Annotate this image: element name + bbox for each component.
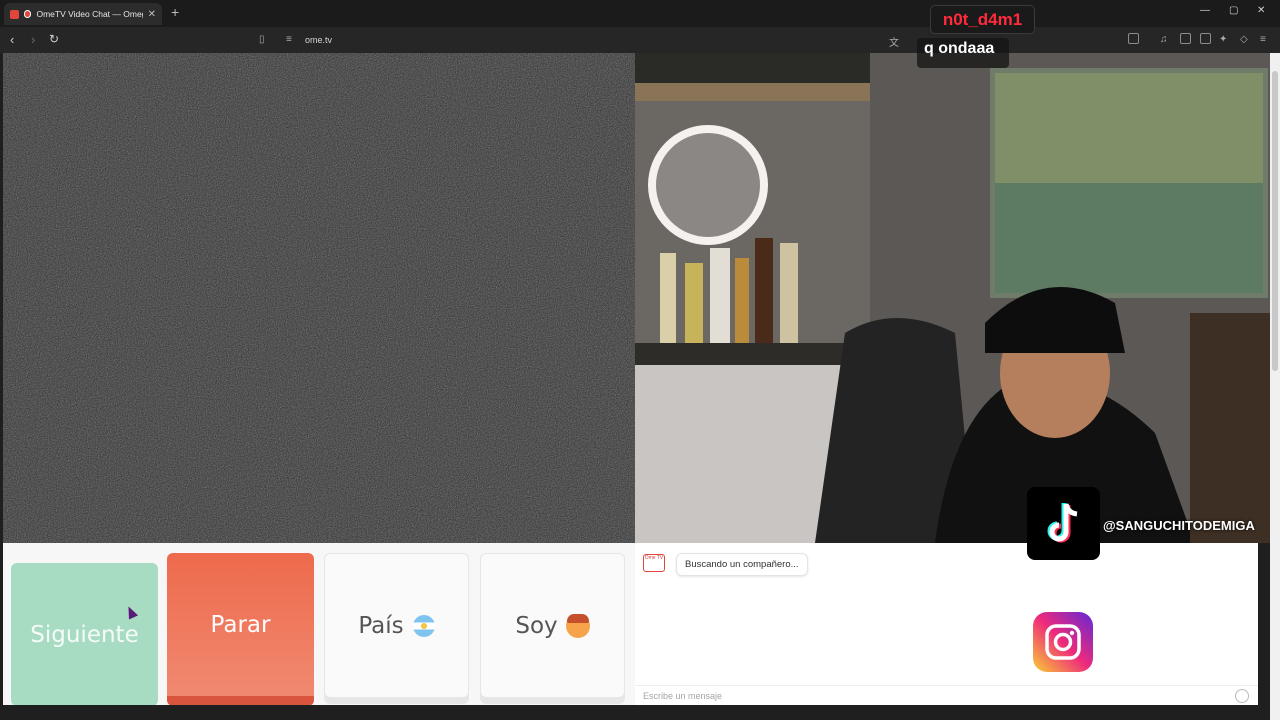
- country-button[interactable]: País: [324, 553, 469, 698]
- extension-icon[interactable]: [1128, 33, 1139, 44]
- gender-label: Soy: [515, 612, 558, 639]
- back-arrow-icon[interactable]: ‹: [10, 32, 14, 47]
- tab-close-icon[interactable]: ✕: [148, 9, 156, 20]
- streamer-username-badge: n0t_d4m1: [930, 5, 1035, 34]
- stream-chat-message: q ondaaa: [917, 38, 1009, 68]
- message-input-placeholder: Escribe un mensaje: [643, 691, 723, 701]
- ai-icon[interactable]: ✦: [1219, 34, 1227, 45]
- minimize-button[interactable]: —: [1200, 5, 1210, 16]
- instagram-glyph: [1045, 624, 1081, 660]
- tiktok-glyph: [1047, 502, 1077, 542]
- new-tab-button[interactable]: +: [171, 4, 179, 20]
- page-scrollbar[interactable]: [1270, 53, 1280, 720]
- tiktok-logo-icon: [1027, 487, 1100, 560]
- stop-label: Parar: [210, 611, 271, 638]
- boy-face-icon: [565, 613, 590, 638]
- camera-scene: [635, 53, 1270, 543]
- scrollbar-thumb[interactable]: [1272, 71, 1278, 371]
- url-text[interactable]: ome.tv: [305, 35, 332, 45]
- tab-title: OmeTV Video Chat — Omegle: [36, 9, 143, 19]
- menu-icon[interactable]: ≡: [1260, 34, 1266, 45]
- bottom-strip: [0, 705, 1270, 720]
- browser-tab-bar: OmeTV Video Chat — Omegle ✕ + — ▢ ✕: [0, 0, 1280, 27]
- tab-favicon-icon: [10, 9, 19, 19]
- wallet-icon[interactable]: [1200, 33, 1211, 44]
- instagram-logo-icon: [1033, 612, 1093, 672]
- translate-icon[interactable]: 文: [889, 34, 899, 49]
- site-info-icon[interactable]: ≡: [286, 34, 292, 45]
- recording-icon: [23, 10, 32, 18]
- shield-icon[interactable]: ◇: [1240, 34, 1248, 45]
- music-icon[interactable]: ♫: [1160, 34, 1168, 45]
- chat-panel: Ome TV Buscando un compañero...: [635, 543, 1258, 705]
- browser-tab[interactable]: OmeTV Video Chat — Omegle ✕: [4, 3, 162, 25]
- sidebar-icon[interactable]: [1180, 33, 1191, 44]
- gender-button[interactable]: Soy: [480, 553, 625, 698]
- tiktok-handle: @SANGUCHITODEMIGA: [1103, 518, 1255, 533]
- message-input[interactable]: Escribe un mensaje: [635, 685, 1258, 705]
- forward-arrow-icon[interactable]: ›: [31, 32, 35, 47]
- argentina-flag-icon: [412, 614, 435, 637]
- static-noise: [3, 53, 635, 543]
- self-video-feed: [635, 53, 1270, 543]
- controls-panel: Siguiente Parar País Soy: [3, 543, 635, 715]
- stop-button[interactable]: Parar: [167, 553, 314, 706]
- next-button[interactable]: Siguiente: [11, 563, 158, 706]
- bookmark-icon[interactable]: ▯: [259, 34, 265, 45]
- chat-status-message: Buscando un compañero...: [676, 553, 808, 576]
- browser-address-bar: ‹ › ↻ ▯ ≡ ome.tv 文 ♫ ✦ ◇ ≡: [0, 27, 1280, 53]
- next-label: Siguiente: [30, 621, 139, 648]
- partner-video-feed: [3, 53, 635, 543]
- country-label: País: [358, 612, 404, 639]
- close-window-button[interactable]: ✕: [1257, 5, 1265, 16]
- emoji-icon[interactable]: [1235, 689, 1249, 703]
- ometv-logo-icon: Ome TV: [643, 554, 665, 572]
- maximize-button[interactable]: ▢: [1229, 5, 1238, 16]
- reload-icon[interactable]: ↻: [49, 32, 59, 46]
